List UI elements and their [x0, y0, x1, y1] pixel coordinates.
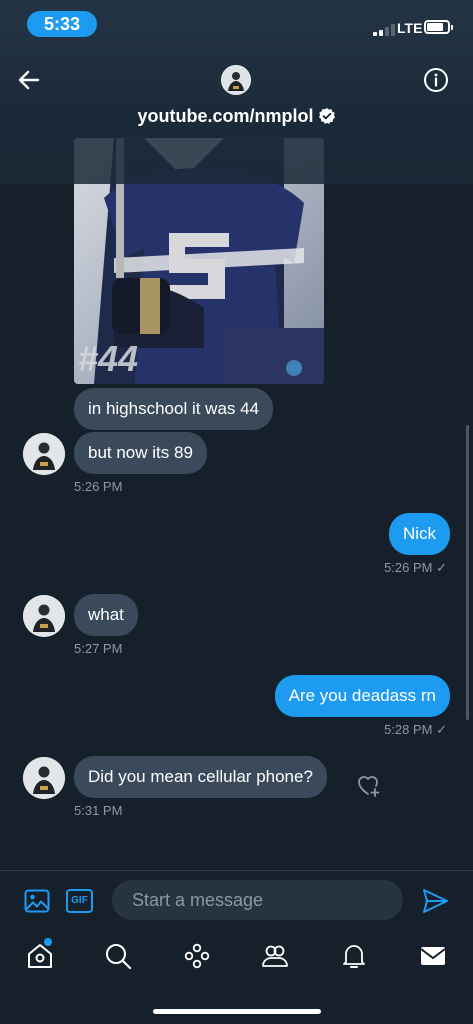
arrow-left-icon [18, 70, 40, 90]
conversation-header: youtube.com/nmplol [0, 0, 473, 184]
message-timestamp: 5:28 PM ✓ [384, 722, 447, 737]
tab-communities[interactable] [260, 941, 290, 971]
avatar-person-icon [221, 65, 251, 95]
verified-badge-icon [318, 108, 335, 124]
sent-message-bubble[interactable]: Are you deadass rn [274, 675, 450, 717]
signal-strength-icon [373, 24, 395, 36]
received-message-bubble[interactable]: Did you mean cellular phone? [74, 756, 327, 798]
add-media-button[interactable] [24, 889, 50, 913]
communities-icon [262, 945, 288, 967]
conversation-title[interactable]: youtube.com/nmplol [0, 106, 473, 127]
message-timestamp: 5:26 PM ✓ [384, 560, 447, 575]
avatar-person-icon [23, 595, 65, 637]
message-thread[interactable]: #44 in highschool it was 44 but now its … [0, 134, 473, 870]
dm-conversation-screen: 5:33 LTE youtube.com/nmplol #44 in highs… [0, 0, 473, 1024]
avatar-person-icon [23, 757, 65, 799]
heart-plus-icon [358, 776, 380, 797]
gif-button[interactable]: GIF [66, 889, 93, 913]
message-composer: GIF [0, 870, 473, 930]
info-icon [424, 68, 448, 92]
conversation-title-text: youtube.com/nmplol [137, 106, 314, 126]
tab-home[interactable] [25, 938, 55, 971]
received-message-bubble[interactable]: but now its 89 [74, 432, 207, 474]
sender-avatar[interactable] [23, 433, 65, 475]
back-button[interactable] [16, 67, 42, 93]
bottom-tab-bar [0, 930, 473, 1024]
react-button[interactable] [355, 772, 381, 798]
message-timestamp: 5:26 PM [74, 479, 123, 494]
info-button[interactable] [423, 67, 449, 93]
notifications-icon [343, 945, 365, 968]
sent-message-bubble[interactable]: Nick [388, 513, 450, 555]
send-button[interactable] [421, 888, 449, 914]
received-message-bubble[interactable]: what [74, 594, 138, 636]
tab-messages[interactable] [418, 941, 448, 971]
status-time: 5:33 [27, 11, 97, 37]
sender-avatar[interactable] [23, 757, 65, 799]
messages-icon [420, 947, 446, 965]
jersey-number-label: #44 [78, 338, 139, 379]
spaces-icon [184, 943, 210, 969]
header-avatar[interactable] [221, 65, 251, 95]
home-icon [28, 944, 52, 968]
tab-search[interactable] [103, 941, 133, 971]
avatar-person-icon [23, 433, 65, 475]
message-timestamp: 5:31 PM [74, 803, 123, 818]
scrollbar[interactable] [466, 425, 469, 720]
tab-spaces[interactable] [182, 941, 212, 971]
sender-avatar[interactable] [23, 595, 65, 637]
battery-icon [424, 20, 453, 34]
message-input[interactable] [112, 880, 403, 920]
tab-notifications[interactable] [339, 941, 369, 971]
new-content-dot [44, 938, 52, 946]
send-icon [423, 889, 448, 913]
network-label: LTE [397, 20, 423, 36]
received-message-bubble[interactable]: in highschool it was 44 [74, 388, 274, 430]
status-bar: 5:33 LTE [0, 0, 473, 50]
search-icon [106, 944, 132, 970]
home-indicator[interactable] [153, 1009, 321, 1014]
message-timestamp: 5:27 PM [74, 641, 123, 656]
image-icon [24, 889, 50, 913]
